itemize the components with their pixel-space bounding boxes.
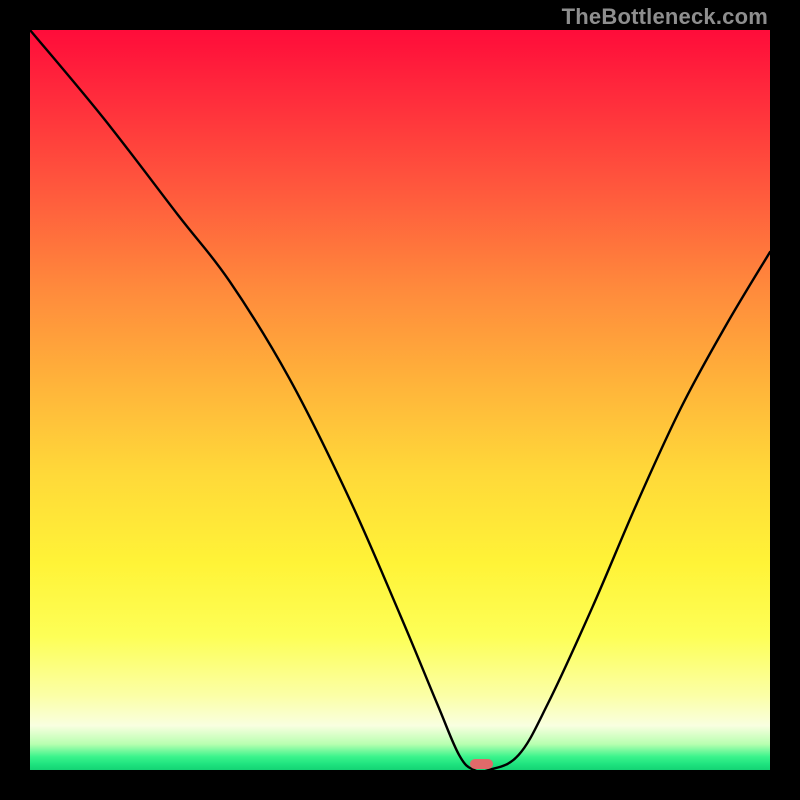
watermark-text: TheBottleneck.com xyxy=(562,4,768,30)
plot-area xyxy=(30,30,770,770)
curve-path xyxy=(30,30,770,770)
chart-frame: TheBottleneck.com xyxy=(0,0,800,800)
bottleneck-curve xyxy=(30,30,770,770)
optimal-point-marker xyxy=(470,759,494,769)
